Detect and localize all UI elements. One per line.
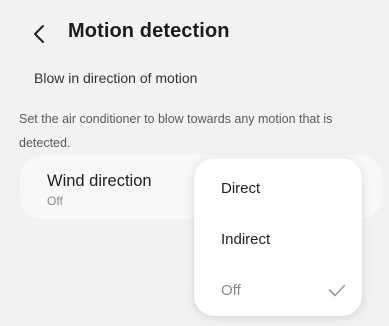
section-description: Set the air conditioner to blow towards … [19,112,333,150]
chevron-left-icon [34,25,44,43]
page-title: Motion detection [68,20,230,42]
header: Motion detection [0,0,389,68]
dropdown-option-indirect[interactable]: Indirect [194,221,362,261]
dropdown-option-off[interactable]: Off [194,272,362,312]
wind-direction-dropdown: Direct Indirect Off [194,158,362,316]
dropdown-option-label: Indirect [221,231,271,248]
screen: Motion detection Blow in direction of mo… [0,0,389,326]
dropdown-option-label: Off [221,282,241,299]
wind-direction-title: Wind direction [47,172,152,190]
check-icon [328,284,346,297]
dropdown-option-direct[interactable]: Direct [194,170,362,210]
section-label: Blow in direction of motion [34,70,198,86]
dropdown-option-label: Direct [221,180,261,197]
back-button[interactable] [26,20,52,48]
wind-direction-value: Off [47,194,63,208]
